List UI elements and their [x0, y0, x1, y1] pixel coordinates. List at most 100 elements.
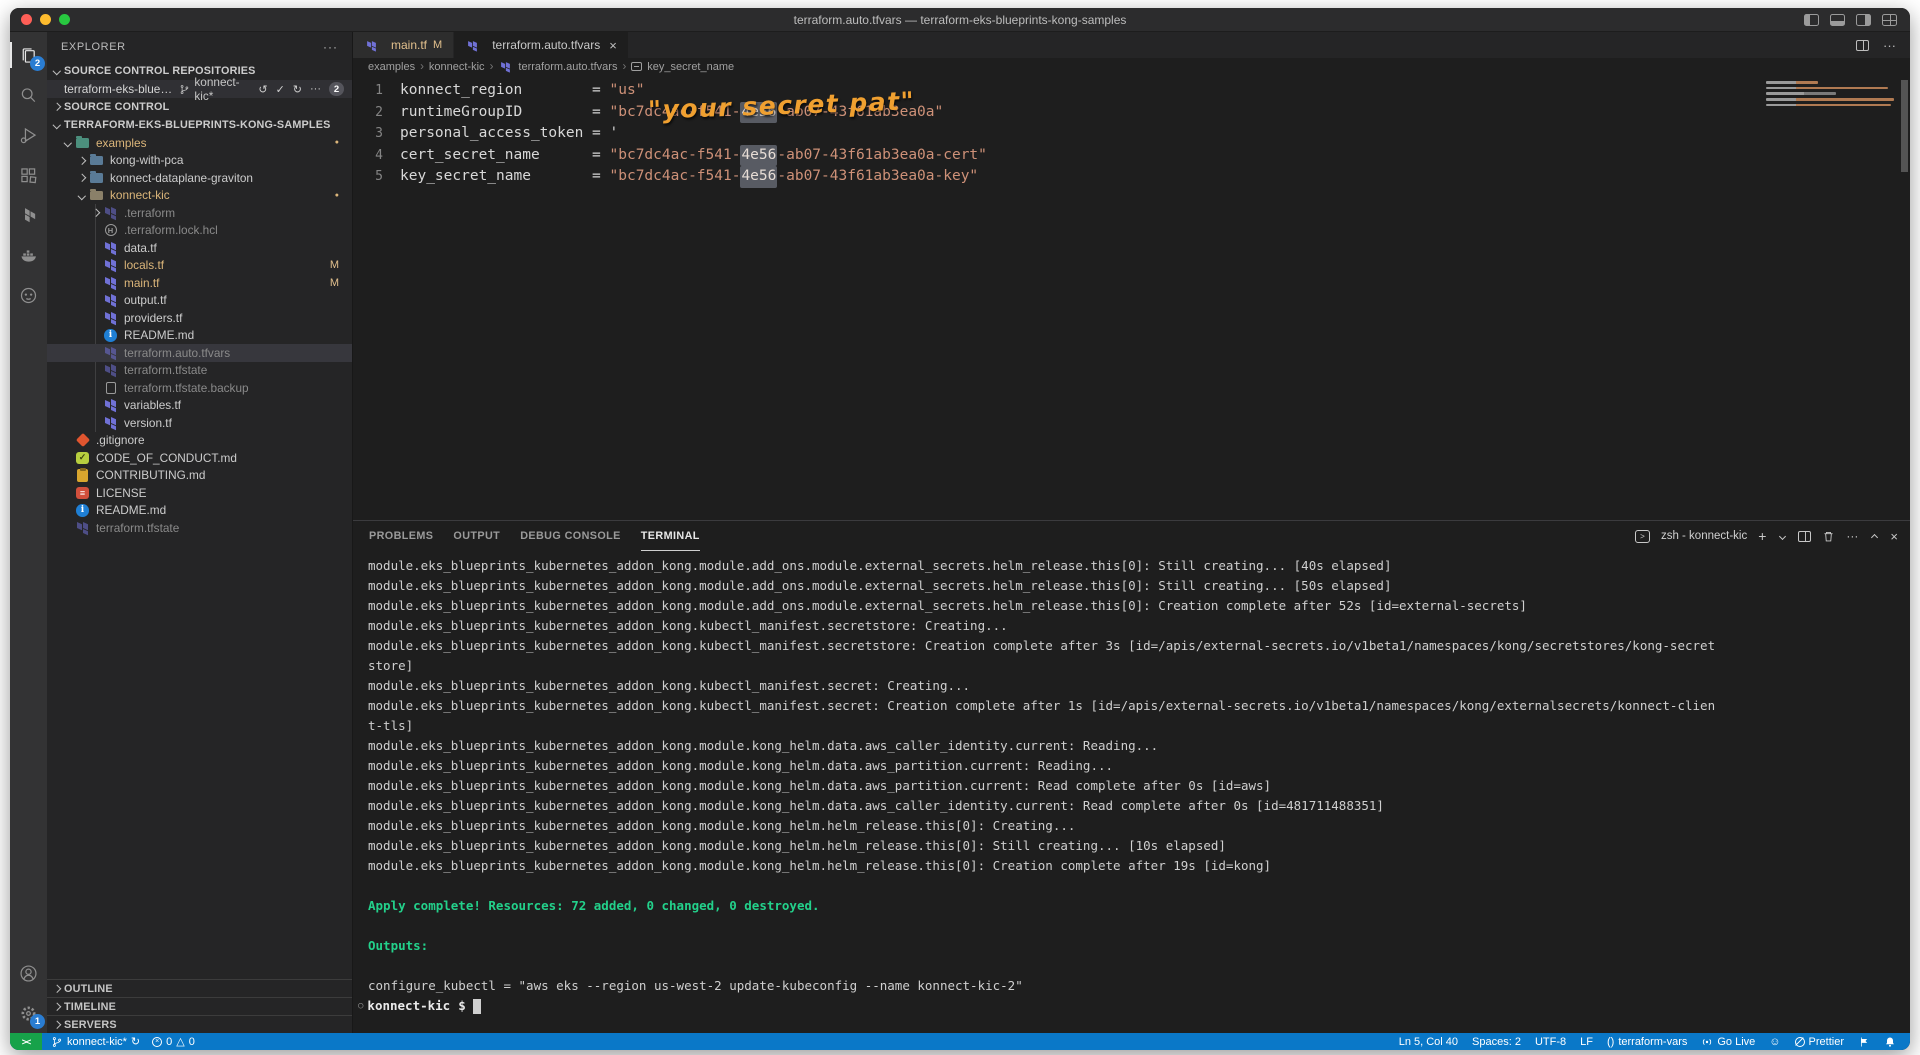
tree-item-contributing[interactable]: CONTRIBUTING.md: [47, 467, 352, 485]
tab-terraform-auto-tfvars[interactable]: terraform.auto.tfvars ×: [454, 32, 629, 58]
extensions-activity-button[interactable]: [10, 155, 47, 195]
section-servers[interactable]: SERVERS: [47, 1015, 352, 1033]
maximize-panel-icon[interactable]: [1869, 532, 1879, 540]
status-line-col[interactable]: Ln 5, Col 40: [1399, 1036, 1458, 1048]
tab-output[interactable]: OUTPUT: [453, 521, 500, 551]
run-debug-activity-button[interactable]: [10, 115, 47, 155]
code-line[interactable]: 4cert_secret_name="bc7dc4ac-f541-4e56-ab…: [353, 145, 1910, 167]
editor-more-actions-icon[interactable]: ···: [1883, 38, 1896, 53]
tree-item-terraform-lock[interactable]: H .terraform.lock.hcl: [47, 222, 352, 240]
status-prettier[interactable]: Prettier: [1795, 1036, 1844, 1048]
accounts-icon[interactable]: [10, 953, 47, 993]
toggle-panel-icon[interactable]: [1830, 14, 1845, 26]
terraform-file-icon: [103, 275, 118, 290]
tree-item-output-tf[interactable]: output.tf: [47, 292, 352, 310]
settings-gear-icon[interactable]: 1: [10, 993, 47, 1033]
tree-item-examples[interactable]: examples ●: [47, 134, 352, 152]
section-source-control[interactable]: SOURCE CONTROL: [47, 98, 352, 116]
close-window-button[interactable]: [21, 14, 32, 25]
explorer-more-actions-icon[interactable]: ···: [323, 40, 338, 54]
status-problems[interactable]: × 0 △ 0: [152, 1035, 195, 1048]
explorer-badge: 2: [30, 56, 45, 71]
panel-more-actions-icon[interactable]: ···: [1846, 529, 1858, 543]
search-activity-button[interactable]: [10, 75, 47, 115]
tab-debug-console[interactable]: DEBUG CONSOLE: [520, 521, 621, 551]
repository-row[interactable]: terraform-eks-bluepri... konnect-kic* ↺ …: [47, 80, 352, 98]
tree-item-readme[interactable]: i README.md: [47, 327, 352, 345]
tree-item-locals-tf[interactable]: locals.tf M: [47, 257, 352, 275]
split-editor-icon[interactable]: [1856, 40, 1869, 51]
code-line[interactable]: 3personal_access_token=': [353, 123, 1910, 145]
close-panel-icon[interactable]: ×: [1890, 529, 1898, 544]
tree-item-terraform-tfstate[interactable]: terraform.tfstate: [47, 362, 352, 380]
breadcrumb-item[interactable]: key_secret_name: [647, 61, 734, 73]
code-line[interactable]: 5key_secret_name="bc7dc4ac-f541-4e56-ab0…: [353, 166, 1910, 188]
refresh-icon[interactable]: ↻: [293, 83, 302, 96]
terminal-prompt[interactable]: ○ konnect-kic $: [368, 996, 1900, 1016]
tree-item-konnect-kic[interactable]: konnect-kic ●: [47, 187, 352, 205]
terminal-dropdown-icon[interactable]: [1777, 534, 1787, 539]
docker-activity-button[interactable]: [10, 235, 47, 275]
tree-item-providers-tf[interactable]: providers.tf: [47, 309, 352, 327]
toggle-secondary-sidebar-icon[interactable]: [1856, 14, 1871, 26]
more-actions-icon[interactable]: ···: [310, 83, 321, 95]
customize-layout-icon[interactable]: [1882, 14, 1897, 26]
breadcrumb-item[interactable]: konnect-kic: [429, 61, 485, 73]
tree-item-tfstate-backup[interactable]: terraform.tfstate.backup: [47, 379, 352, 397]
breadcrumb-item[interactable]: examples: [368, 61, 415, 73]
status-eol[interactable]: LF: [1580, 1036, 1593, 1048]
minimap[interactable]: [1766, 81, 1894, 109]
flag-icon[interactable]: [1858, 1036, 1870, 1048]
tree-item-gitignore[interactable]: .gitignore: [47, 432, 352, 450]
breadcrumb-item[interactable]: terraform.auto.tfvars: [518, 61, 617, 73]
status-bar: >< konnect-kic* ↻ × 0 △ 0 Ln 5, Col 40 S…: [10, 1033, 1910, 1050]
tree-item-license[interactable]: ≡ LICENSE: [47, 484, 352, 502]
section-outline[interactable]: OUTLINE: [47, 979, 352, 997]
section-timeline[interactable]: TIMELINE: [47, 997, 352, 1015]
tree-item-dot-terraform[interactable]: .terraform: [47, 204, 352, 222]
status-branch[interactable]: konnect-kic* ↻: [51, 1035, 140, 1048]
split-terminal-icon[interactable]: [1798, 531, 1811, 542]
tree-item-terraform-auto-tfvars[interactable]: terraform.auto.tfvars: [47, 344, 352, 362]
terminal-output[interactable]: module.eks_blueprints_kubernetes_addon_k…: [353, 551, 1910, 1033]
remote-indicator[interactable]: ><: [10, 1033, 42, 1050]
kill-terminal-trash-icon[interactable]: [1822, 530, 1835, 543]
close-tab-icon[interactable]: ×: [609, 38, 617, 53]
status-encoding[interactable]: UTF-8: [1535, 1036, 1566, 1048]
terminal-title[interactable]: zsh - konnect-kic: [1661, 530, 1747, 542]
section-workspace[interactable]: TERRAFORM-EKS-BLUEPRINTS-KONG-SAMPLES: [47, 116, 352, 134]
tab-main-tf[interactable]: main.tf M: [353, 32, 454, 58]
commit-check-icon[interactable]: ✓: [276, 83, 285, 96]
terraform-activity-button[interactable]: [10, 195, 47, 235]
tab-problems[interactable]: PROBLEMS: [369, 521, 433, 551]
minimize-window-button[interactable]: [40, 14, 51, 25]
git-branch-icon: [179, 84, 190, 95]
tree-item-kong-with-pca[interactable]: kong-with-pca: [47, 152, 352, 170]
status-indentation[interactable]: Spaces: 2: [1472, 1036, 1521, 1048]
code-line[interactable]: 2runtimeGroupID="bc7dc4ac-f541-4e56-ab07…: [353, 102, 1910, 124]
explorer-activity-button[interactable]: 2: [10, 35, 47, 75]
code-editor[interactable]: 1konnect_region="us" 2runtimeGroupID="bc…: [353, 75, 1910, 520]
tree-item-konnect-dataplane-graviton[interactable]: konnect-dataplane-graviton: [47, 169, 352, 187]
toggle-sidebar-icon[interactable]: [1804, 14, 1819, 26]
tree-item-readme-root[interactable]: i README.md: [47, 502, 352, 520]
notifications-bell-icon[interactable]: [1884, 1036, 1896, 1048]
tree-item-variables-tf[interactable]: variables.tf: [47, 397, 352, 415]
feedback-smiley-icon[interactable]: ☺: [1769, 1036, 1780, 1048]
tree-item-tfstate-root[interactable]: terraform.tfstate: [47, 519, 352, 537]
tree-item-data-tf[interactable]: data.tf: [47, 239, 352, 257]
new-terminal-icon[interactable]: +: [1758, 528, 1766, 544]
status-go-live[interactable]: Go Live: [1701, 1036, 1755, 1048]
zoom-window-button[interactable]: [59, 14, 70, 25]
tree-item-code-of-conduct[interactable]: ✓ CODE_OF_CONDUCT.md: [47, 449, 352, 467]
code-line[interactable]: 1konnect_region="us": [353, 80, 1910, 102]
status-language-mode[interactable]: () terraform-vars: [1607, 1036, 1687, 1048]
editor-scrollbar[interactable]: [1901, 80, 1908, 172]
github-activity-button[interactable]: [10, 275, 47, 315]
tree-item-main-tf[interactable]: main.tf M: [47, 274, 352, 292]
tree-item-version-tf[interactable]: version.tf: [47, 414, 352, 432]
sync-icon[interactable]: ↺: [258, 83, 267, 96]
symbol-icon: [631, 62, 642, 71]
tab-terminal[interactable]: TERMINAL: [641, 521, 700, 551]
errors-icon: ×: [152, 1037, 162, 1047]
